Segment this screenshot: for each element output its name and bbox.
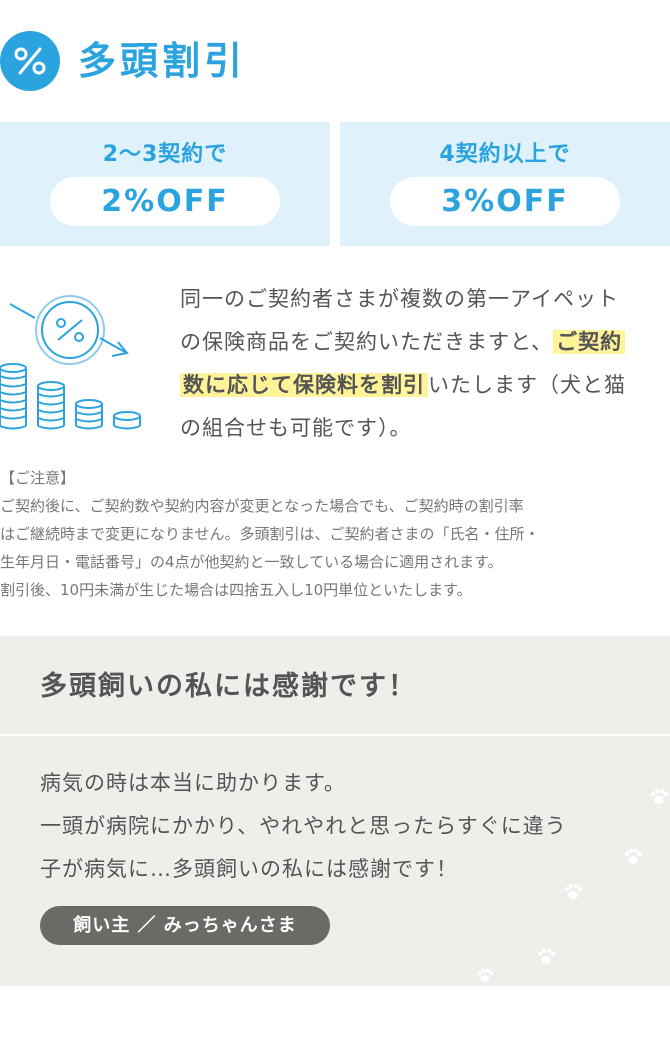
testimonial-body: 病気の時は本当に助かります。 一頭が病院にかかり、やれやれと思ったらすぐに違う … [40, 762, 660, 891]
paw-print-icon [537, 948, 556, 964]
highlight-text: ご契約 [553, 330, 626, 354]
description-part: いたします（犬と猫 [428, 373, 626, 397]
testimonial-header: 多頭飼いの私には感謝です！ [0, 636, 670, 736]
description-part: 同一のご契約者さまが複数の第一アイペット [180, 287, 619, 311]
notice-line: 生年月日・電話番号」の4点が他契約と一致している場合に適用されます。 [0, 553, 503, 571]
section-header: 多頭割引 [0, 31, 670, 93]
notice-line: はご継続時まで変更になりません。多頭割引は、ご契約者さまの「氏名・住所・ [0, 525, 540, 543]
paw-print-icon [477, 968, 494, 983]
notice-line: 割引後、10円未満が生じた場合は四捨五入し10円単位といたします。 [0, 581, 472, 599]
discount-rate: 2%OFF [50, 177, 280, 226]
notice-section: 【ご注意】 ご契約後に、ご契約数や契約内容が変更となった場合でも、ご契約時の割引… [0, 464, 670, 604]
discount-condition: 2〜3契約で [102, 142, 228, 167]
notice-heading: 【ご注意】 [0, 469, 76, 487]
page-title: 多頭割引 [78, 39, 247, 83]
testimonial-title: 多頭飼いの私には感謝です！ [40, 671, 417, 702]
highlight-text: 数に応じて保険料を割引 [180, 373, 428, 397]
description-part: の保険商品をご契約いただきますと、 [180, 330, 554, 354]
notice-line: ご契約後に、ご契約数や契約内容が変更となった場合でも、ご契約時の割引率 [0, 497, 524, 515]
discount-box-4-plus: 4契約以上で 3%OFF [340, 122, 670, 246]
discount-boxes: 2〜3契約で 2%OFF 4契約以上で 3%OFF [0, 122, 670, 246]
discount-rate: 3%OFF [390, 177, 620, 226]
description-part: の組合せも可能です）。 [180, 416, 412, 440]
testimonial-card: 多頭飼いの私には感謝です！ 病気の時は本当に助かります。 一頭が病院にかかり、や… [0, 636, 670, 986]
percent-icon [0, 31, 60, 91]
paw-print-icon [624, 848, 643, 864]
paw-print-icon [650, 788, 669, 804]
testimonial-author: 飼い主 ／ みっちゃんさま [40, 906, 330, 945]
paw-print-icon [564, 883, 583, 899]
coins-decreasing-icon [0, 290, 150, 435]
description-text: 同一のご契約者さまが複数の第一アイペット の保険商品をご契約いただきますと、 ご契… [180, 278, 670, 450]
testimonial-line: 一頭が病院にかかり、やれやれと思ったらすぐに違う [40, 814, 567, 838]
discount-box-2-3: 2〜3契約で 2%OFF [0, 122, 330, 246]
discount-condition: 4契約以上で [439, 142, 571, 167]
testimonial-line: 病気の時は本当に助かります。 [40, 771, 346, 795]
